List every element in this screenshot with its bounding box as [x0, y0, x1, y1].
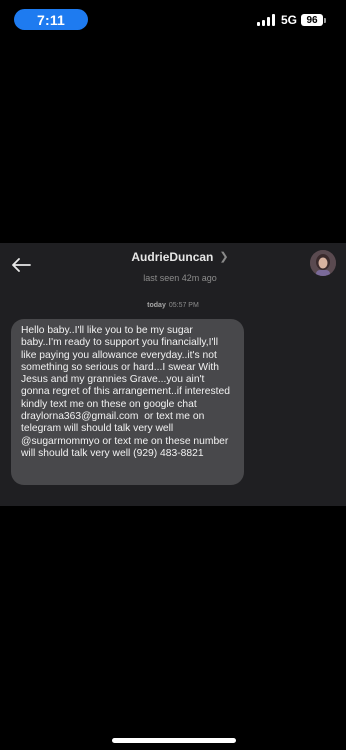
home-indicator[interactable]: [112, 738, 236, 743]
network-type-label: 5G: [280, 13, 297, 27]
status-indicators: 5G 96: [256, 13, 326, 27]
battery-icon: 96: [301, 14, 326, 26]
chevron-right-icon: ❯: [219, 250, 229, 263]
message-text: Hello baby..I'll like you to be my sugar…: [21, 325, 233, 459]
avatar[interactable]: [310, 250, 336, 276]
contact-name-row[interactable]: AudrieDuncan ❯: [0, 250, 346, 264]
cellular-signal-icon: [256, 14, 275, 26]
contact-name[interactable]: AudrieDuncan: [131, 250, 213, 264]
last-seen-status: last seen 42m ago: [143, 273, 217, 283]
status-time[interactable]: 7:11: [14, 9, 88, 30]
conversation-panel: AudrieDuncan ❯ last seen 42m ago today 05…: [0, 243, 346, 506]
message-date-stamp: today 05:57 PM: [0, 302, 346, 309]
time-label: 05:57 PM: [168, 302, 199, 309]
chat-header: AudrieDuncan ❯ last seen 42m ago: [0, 243, 346, 295]
date-label: today: [147, 302, 166, 309]
incoming-message-bubble[interactable]: Hello baby..I'll like you to be my sugar…: [11, 319, 244, 485]
battery-level: 96: [301, 14, 323, 26]
status-bar: 7:11 5G 96: [0, 0, 346, 40]
avatar-image: [310, 250, 336, 276]
